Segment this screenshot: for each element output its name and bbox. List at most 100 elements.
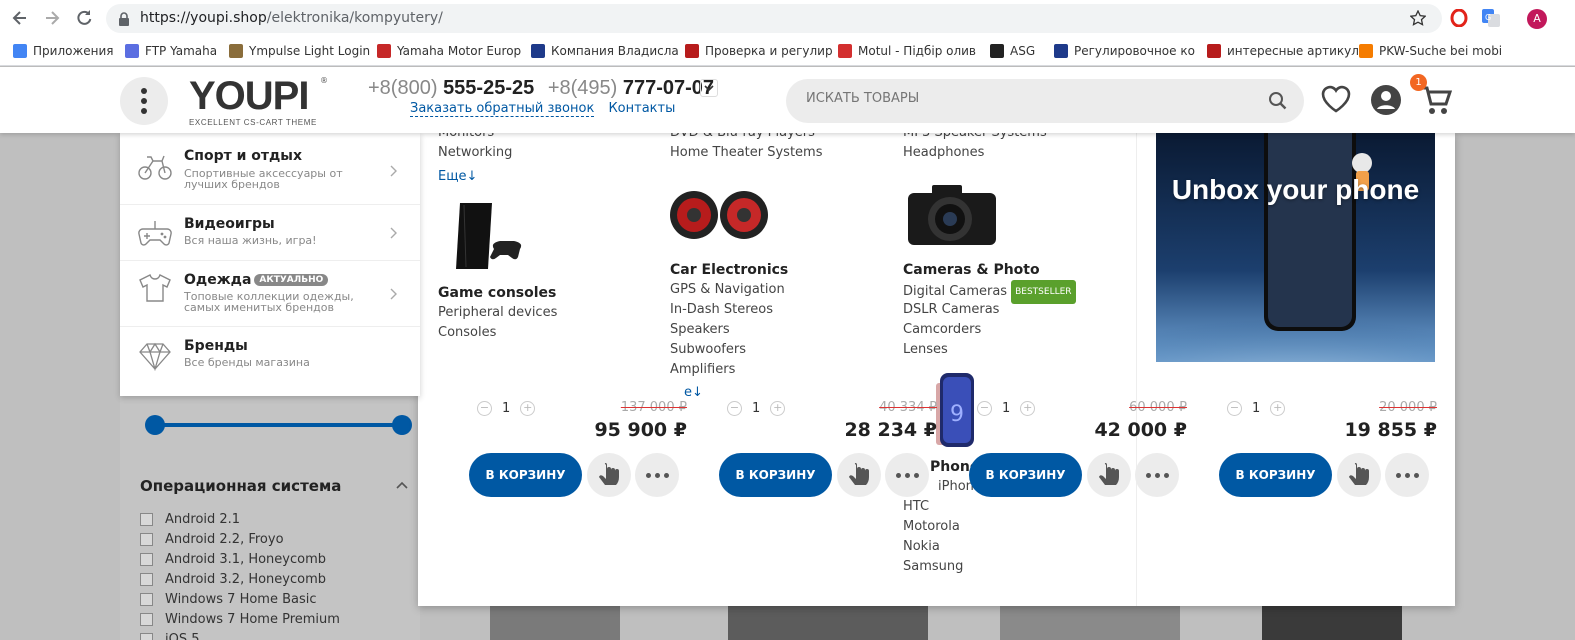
submenu-link[interactable]: Subwoofers — [670, 340, 788, 360]
plus-icon[interactable]: + — [1020, 401, 1036, 416]
profile-avatar[interactable]: A — [1527, 9, 1547, 29]
os-filter-option[interactable]: iOS 5 — [140, 629, 340, 640]
forward-button[interactable] — [42, 8, 62, 28]
submenu-link[interactable]: Home Theater Systems — [670, 143, 823, 163]
product-image[interactable] — [490, 604, 620, 640]
more-options-button[interactable] — [1385, 453, 1429, 497]
price-min-handle[interactable] — [145, 415, 165, 435]
plus-icon[interactable]: + — [1270, 401, 1286, 416]
submenu-link[interactable]: Peripheral devices — [438, 303, 557, 323]
price-max-handle[interactable] — [392, 415, 412, 435]
phones-dropdown-chevron-icon[interactable] — [700, 79, 718, 97]
more-options-button[interactable] — [885, 453, 929, 497]
minus-icon[interactable]: − — [977, 401, 992, 416]
submenu-link[interactable]: Speakers — [670, 320, 788, 340]
price-range-slider[interactable] — [145, 415, 412, 435]
quantity-value[interactable]: 1 — [1002, 401, 1010, 416]
add-to-cart-button[interactable]: В КОРЗИНУ — [719, 453, 832, 497]
camera-image[interactable] — [906, 181, 998, 247]
submenu-heading[interactable]: Game consoles — [438, 283, 557, 303]
os-filter-option[interactable]: Android 2.2, Froyo — [140, 529, 340, 549]
bookmark-item[interactable]: интересные артикул — [1207, 43, 1359, 59]
opera-extension-icon[interactable] — [1450, 9, 1468, 27]
submenu-link[interactable]: Amplifiers — [670, 360, 788, 380]
submenu-link[interactable]: Lenses — [903, 340, 1076, 360]
os-filter-option[interactable]: Android 2.1 — [140, 509, 340, 529]
minus-icon[interactable]: − — [477, 401, 492, 416]
menu-toggle-button[interactable] — [120, 77, 168, 125]
back-button[interactable] — [10, 8, 30, 28]
submenu-heading[interactable]: Cameras & Photo — [903, 260, 1076, 280]
os-filter-title[interactable]: Операционная система — [140, 477, 341, 495]
product-image[interactable] — [1262, 604, 1402, 640]
game-console-image[interactable] — [454, 201, 526, 271]
quick-view-button[interactable] — [1337, 453, 1381, 497]
os-filter-option[interactable]: Android 3.2, Honeycomb — [140, 569, 340, 589]
category-item-videogames[interactable]: Видеоигры Вся наша жизнь, игра! — [120, 205, 420, 261]
quick-view-button[interactable] — [587, 453, 631, 497]
checkbox[interactable] — [140, 632, 153, 640]
submenu-link[interactable]: Camcorders — [903, 320, 1076, 340]
heart-icon[interactable] — [1320, 84, 1352, 114]
bookmark-item[interactable]: PKW-Suche bei mobi — [1359, 43, 1502, 59]
bookmark-item[interactable]: Регулировочное ко — [1054, 43, 1195, 59]
os-filter-option[interactable]: Android 3.1, Honeycomb — [140, 549, 340, 569]
bookmark-item[interactable]: Приложения — [13, 43, 114, 59]
submenu-link[interactable]: Samsung — [903, 557, 963, 577]
add-to-cart-button[interactable]: В КОРЗИНУ — [469, 453, 582, 497]
car-speakers-image[interactable] — [670, 188, 770, 242]
checkbox[interactable] — [140, 592, 153, 606]
bookmark-item[interactable]: Компания Владисла — [531, 43, 679, 59]
quantity-value[interactable]: 1 — [752, 401, 760, 416]
callback-link[interactable]: Заказать обратный звонок — [410, 101, 595, 117]
submenu-link[interactable]: Motorola — [903, 517, 963, 537]
add-to-cart-button[interactable]: В КОРЗИНУ — [969, 453, 1082, 497]
bookmark-item[interactable]: Yamaha Motor Europ — [377, 43, 521, 59]
submenu-link[interactable]: Digital Cameras BESTSELLER — [903, 280, 1076, 304]
product-image[interactable] — [1000, 604, 1180, 640]
category-item-sport[interactable]: Спорт и отдых Спортивные аксессуары от л… — [120, 133, 420, 205]
quick-view-button[interactable] — [837, 453, 881, 497]
product-image[interactable] — [728, 604, 928, 640]
account-icon[interactable] — [1370, 84, 1402, 116]
translate-extension-icon[interactable]: G — [1482, 9, 1500, 27]
contacts-link[interactable]: Контакты — [608, 101, 675, 116]
checkbox[interactable] — [140, 532, 153, 546]
submenu-heading[interactable]: Car Electronics — [670, 260, 788, 280]
search-input[interactable] — [806, 91, 1246, 106]
submenu-link[interactable]: In-Dash Stereos — [670, 300, 788, 320]
bookmark-item[interactable]: FTP Yamaha — [125, 43, 217, 59]
checkbox[interactable] — [140, 612, 153, 626]
bookmark-item[interactable]: Ympulse Light Login — [229, 43, 370, 59]
submenu-link[interactable]: Headphones — [903, 143, 1047, 163]
more-options-button[interactable] — [635, 453, 679, 497]
address-bar[interactable]: https://youpi.shop/elektronika/kompyuter… — [106, 4, 1442, 33]
submenu-link[interactable]: GPS & Navigation — [670, 280, 788, 300]
plus-icon[interactable]: + — [520, 401, 536, 416]
checkbox[interactable] — [140, 512, 153, 526]
category-item-clothing[interactable]: Одежда АКТУАЛЬНО Топовые коллекции одежды… — [120, 261, 420, 327]
reload-button[interactable] — [74, 8, 94, 28]
add-to-cart-button[interactable]: В КОРЗИНУ — [1219, 453, 1332, 497]
checkbox[interactable] — [140, 552, 153, 566]
quantity-value[interactable]: 1 — [502, 401, 510, 416]
minus-icon[interactable]: − — [727, 401, 742, 416]
quick-view-button[interactable] — [1087, 453, 1131, 497]
checkbox[interactable] — [140, 572, 153, 586]
bookmark-item[interactable]: Motul - Підбір олив — [838, 43, 976, 59]
minus-icon[interactable]: − — [1227, 401, 1242, 416]
os-filter-option[interactable]: Windows 7 Home Basic — [140, 589, 340, 609]
quantity-value[interactable]: 1 — [1252, 401, 1260, 416]
phone1-number[interactable]: 555-25-25 — [443, 77, 534, 99]
submenu-link[interactable]: Consoles — [438, 323, 557, 343]
more-link[interactable]: Еще↓ — [438, 167, 512, 187]
submenu-link[interactable]: Networking — [438, 143, 512, 163]
bookmark-item[interactable]: ASG — [990, 43, 1035, 59]
cart-icon[interactable] — [1420, 84, 1452, 116]
category-item-brands[interactable]: Бренды Все бренды магазина — [120, 327, 420, 396]
promo-banner[interactable]: Unbox your phone — [1156, 133, 1435, 362]
submenu-link[interactable]: Nokia — [903, 537, 963, 557]
site-logo[interactable]: YOUPI EXCELLENT CS-CART THEME ® — [189, 76, 328, 127]
chevron-up-icon[interactable] — [396, 481, 408, 489]
os-filter-option[interactable]: Windows 7 Home Premium — [140, 609, 340, 629]
